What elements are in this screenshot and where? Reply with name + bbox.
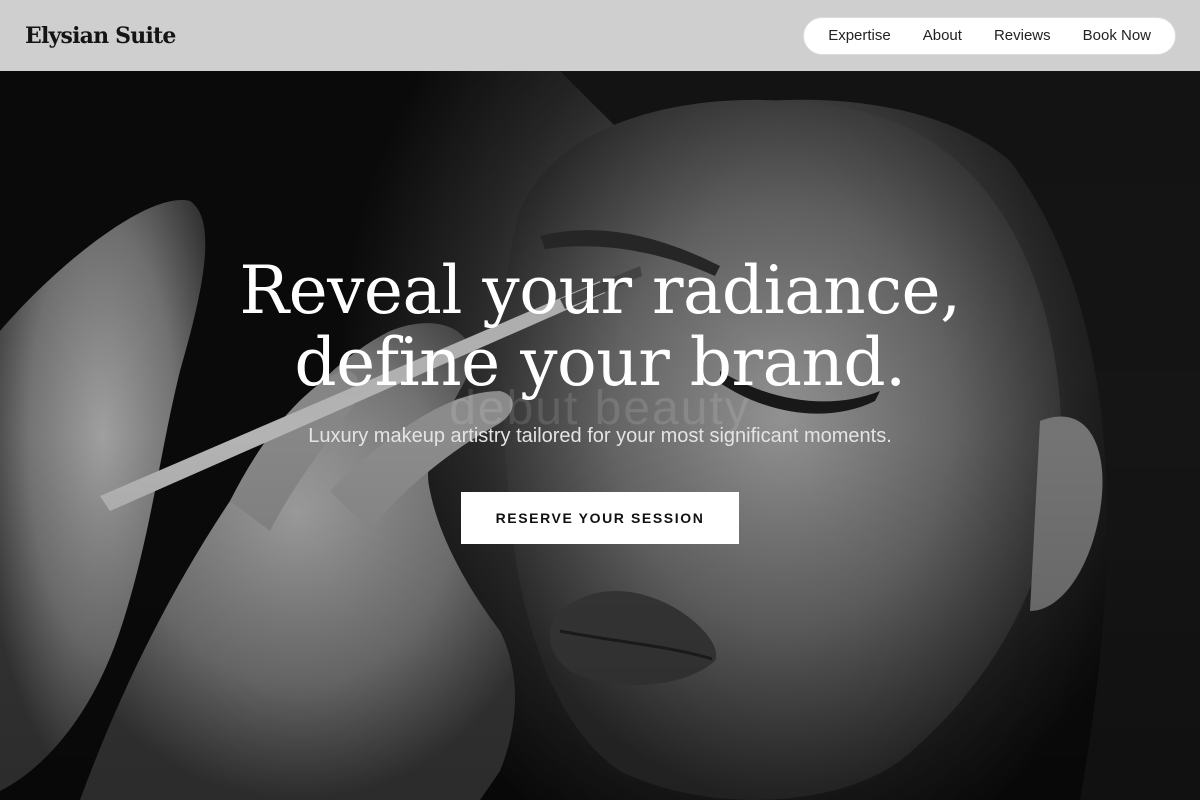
nav-link-reviews[interactable]: Reviews — [994, 27, 1051, 44]
hero-headline-line-1: Reveal your radiance, — [239, 252, 961, 329]
nav-link-expertise[interactable]: Expertise — [828, 27, 891, 44]
hero-headline: Reveal your radiance, define your brand. — [0, 255, 1200, 399]
nav-link-about[interactable]: About — [923, 27, 962, 44]
site-header: Elysian Suite Expertise About Reviews Bo… — [0, 0, 1200, 71]
hero-content: Reveal your radiance, define your brand.… — [0, 71, 1200, 800]
reserve-session-button[interactable]: RESERVE YOUR SESSION — [461, 492, 739, 544]
main-nav: Expertise About Reviews Book Now — [803, 16, 1176, 55]
brand-logo[interactable]: Elysian Suite — [25, 23, 176, 49]
nav-link-book-now[interactable]: Book Now — [1083, 27, 1151, 44]
hero-subtitle: Luxury makeup artistry tailored for your… — [308, 425, 892, 447]
